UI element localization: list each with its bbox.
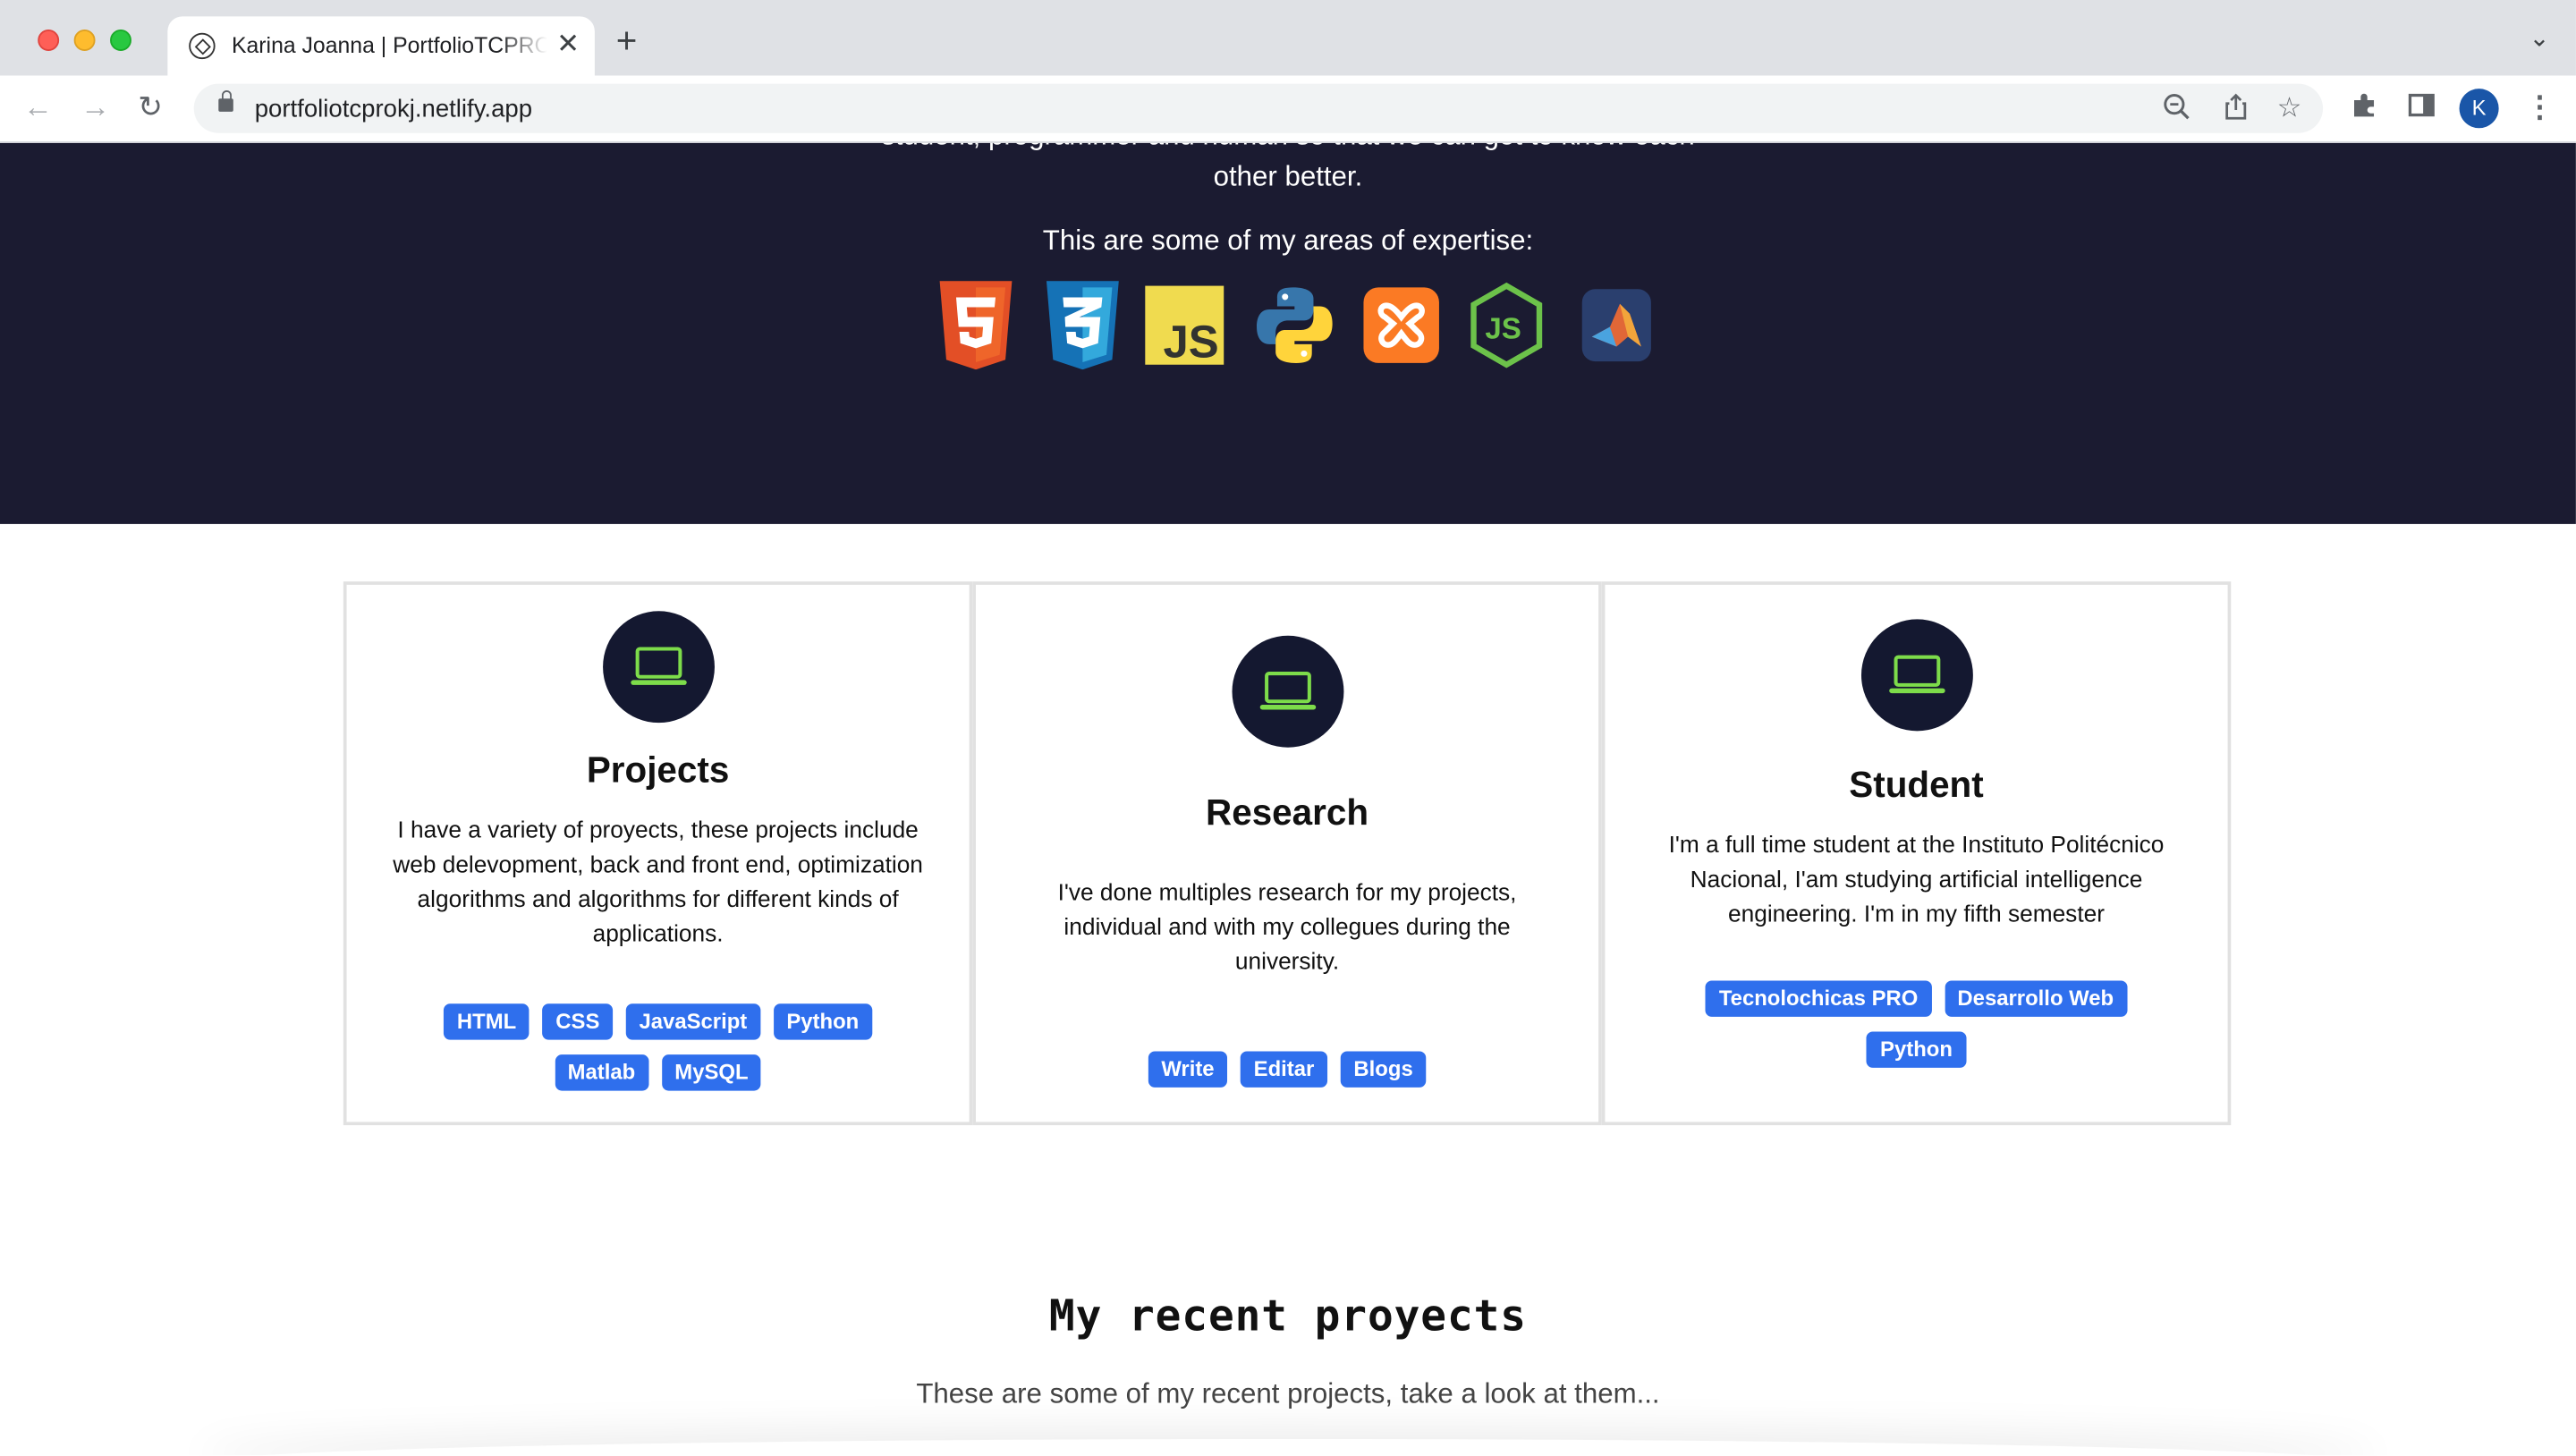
- browser-toolbar: ← → ↻ portfoliotcprokj.netlify.app ☆ K ⋮: [0, 75, 2576, 143]
- laptop-icon: [1231, 635, 1343, 748]
- tag-badge: Editar: [1240, 1051, 1328, 1088]
- project-card-edge: [197, 1439, 2378, 1455]
- tab-strip: Karina Joanna | PortfolioTCPRO ✕ + ⌄: [0, 0, 2576, 76]
- reload-icon[interactable]: ↻: [138, 89, 163, 124]
- bookmark-star-icon[interactable]: ☆: [2277, 92, 2302, 125]
- svg-text:JS: JS: [1485, 312, 1521, 345]
- hero-intro-text-end: other better.: [1213, 160, 1363, 192]
- browser-window: Karina Joanna | PortfolioTCPRO ✕ + ⌄ ← →…: [0, 0, 2576, 1456]
- css3-icon: [1046, 281, 1119, 370]
- forward-arrow-icon[interactable]: →: [80, 89, 110, 124]
- student-card: Student I'm a full time student at the I…: [1601, 581, 2232, 1126]
- python-icon: [1257, 287, 1333, 363]
- tag-badge: CSS: [542, 1003, 614, 1040]
- page-viewport: student, programmer and human so that we…: [0, 142, 2576, 1456]
- card-title: Projects: [586, 749, 730, 791]
- tag-list: Write Editar Blogs: [1024, 1043, 1550, 1094]
- projects-card: Projects I have a variety of proyects, t…: [343, 581, 973, 1126]
- side-panel-icon[interactable]: [2407, 90, 2436, 128]
- address-bar[interactable]: portfoliotcprokj.netlify.app ☆: [193, 83, 2324, 133]
- tag-badge: JavaScript: [625, 1003, 760, 1040]
- new-tab-button[interactable]: +: [616, 22, 638, 59]
- lock-icon[interactable]: [218, 90, 233, 112]
- tag-badge: Blogs: [1340, 1051, 1427, 1088]
- back-arrow-icon[interactable]: ←: [23, 89, 53, 124]
- extensions-puzzle-icon[interactable]: [2349, 90, 2378, 128]
- tag-badge: Desarrollo Web: [1944, 980, 2127, 1017]
- tab-title: Karina Joanna | PortfolioTCPRO: [231, 32, 547, 58]
- tab-close-icon[interactable]: ✕: [556, 29, 580, 59]
- javascript-icon: JS: [1145, 285, 1224, 367]
- minimize-window-button[interactable]: [73, 30, 96, 51]
- nodejs-icon: JS: [1470, 282, 1543, 368]
- tag-badge: Python: [1867, 1031, 1966, 1068]
- tab-search-chevron-icon[interactable]: ⌄: [2529, 23, 2549, 53]
- tag-badge: Tecnolochicas PRO: [1706, 980, 1932, 1017]
- card-description: I have a variety of proyects, these proj…: [393, 817, 923, 948]
- zoom-out-icon[interactable]: [2162, 92, 2191, 131]
- maximize-window-button[interactable]: [110, 30, 131, 51]
- matlab-icon: [1581, 289, 1651, 362]
- card-description: I'm a full time student at the Instituto…: [1668, 833, 2165, 928]
- more-menu-icon[interactable]: ⋮: [2525, 89, 2555, 124]
- tag-badge: Matlab: [554, 1054, 648, 1091]
- card-description: I've done multiples research for my proj…: [1057, 880, 1517, 976]
- about-hero-section: student, programmer and human so that we…: [0, 142, 2576, 524]
- html5-icon: [939, 281, 1013, 370]
- card-title: Student: [1849, 764, 1984, 805]
- card-title: Research: [1206, 791, 1369, 834]
- tag-badge: Write: [1148, 1051, 1228, 1088]
- share-icon[interactable]: [2221, 92, 2250, 131]
- expertise-label: This are some of my areas of expertise:: [1042, 224, 1534, 257]
- site-favicon-icon: [189, 32, 216, 60]
- laptop-icon: [1860, 619, 1972, 732]
- active-tab[interactable]: Karina Joanna | PortfolioTCPRO ✕: [167, 16, 595, 76]
- profile-avatar[interactable]: K: [2459, 89, 2499, 129]
- svg-text:JS: JS: [1164, 316, 1219, 367]
- research-card: Research I've done multiples research fo…: [972, 581, 1602, 1126]
- recent-projects-subtitle: These are some of my recent projects, ta…: [916, 1377, 1660, 1409]
- services-cards: Projects I have a variety of proyects, t…: [343, 581, 2233, 1126]
- tag-badge: Python: [773, 1003, 872, 1040]
- tag-list: HTML CSS JavaScript Python Matlab MySQL: [395, 995, 921, 1097]
- tag-badge: HTML: [444, 1003, 530, 1040]
- recent-projects-heading: My recent proyects: [1048, 1292, 1527, 1342]
- xampp-icon: [1363, 287, 1439, 363]
- url-text[interactable]: portfoliotcprokj.netlify.app: [255, 96, 532, 123]
- close-window-button[interactable]: [38, 30, 60, 51]
- tag-badge: MySQL: [661, 1054, 762, 1091]
- tag-list: Tecnolochicas PRO Desarrollo Web Python: [1654, 972, 2180, 1074]
- hero-intro-text: student, programmer and human so that we…: [0, 143, 2576, 153]
- laptop-icon: [602, 611, 715, 724]
